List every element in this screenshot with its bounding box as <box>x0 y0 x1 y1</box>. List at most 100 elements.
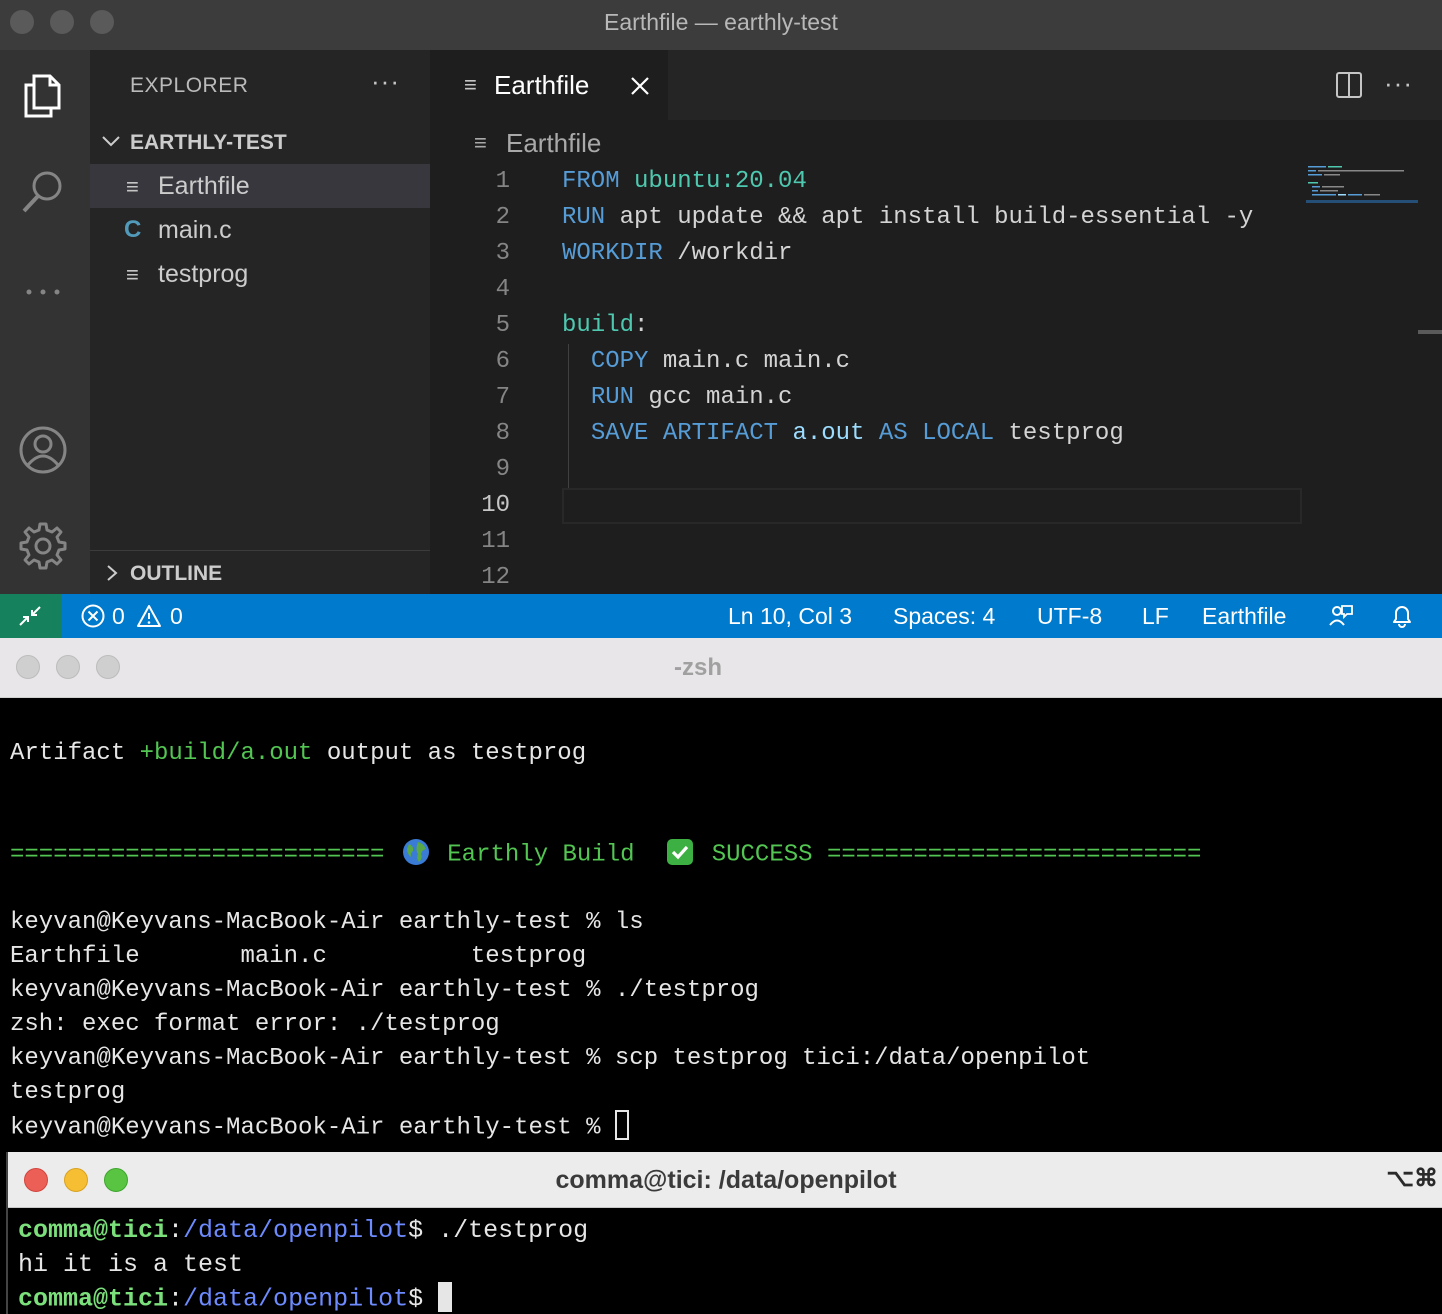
line-number: 1 <box>495 168 510 195</box>
indentation-setting[interactable]: Spaces: 4 <box>893 603 995 630</box>
terminal-line: zsh: exec format error: ./testprog <box>10 1011 500 1038</box>
command-text: ./testprog <box>423 1216 589 1245</box>
file-label: Earthfile <box>158 172 250 200</box>
terminal-line: keyvan@Keyvans-MacBook-Air earthly-test … <box>10 977 759 1004</box>
line-number: 11 <box>481 528 510 555</box>
terminal-titlebar: -zsh <box>0 638 1442 698</box>
gear-icon[interactable] <box>15 518 71 574</box>
line-number: 8 <box>495 420 510 447</box>
explorer-icon[interactable] <box>15 68 71 124</box>
warning-icon[interactable] <box>136 603 162 629</box>
editor-more-button[interactable]: ··· <box>1384 68 1413 99</box>
error-count[interactable]: 0 <box>112 603 125 630</box>
line-number: 12 <box>481 564 510 591</box>
comma-terminal-window[interactable]: comma@tici: /data/openpilot ⌥⌘ comma@tic… <box>6 1152 1442 1314</box>
file-lines-icon: ≡ <box>474 130 487 155</box>
code-editor[interactable]: 1 2 3 4 5 6 7 8 9 10 11 12 FROM ubuntu:20.04 RUN apt… <box>430 164 1442 594</box>
chevron-right-icon <box>107 565 118 581</box>
indent-guide <box>568 344 569 488</box>
line-number: 4 <box>495 276 510 303</box>
code-token: a.out <box>792 420 865 447</box>
more-views-icon[interactable] <box>15 262 71 318</box>
file-item-main-c[interactable]: C main.c <box>90 208 430 252</box>
file-item-earthfile[interactable]: ≡ Earthfile <box>90 164 430 208</box>
terminal-line: Artifact +build/a.out output as testprog <box>10 737 586 771</box>
error-icon[interactable] <box>80 603 106 629</box>
encoding-setting[interactable]: UTF-8 <box>1037 603 1102 630</box>
file-item-testprog[interactable]: ≡ testprog <box>90 252 430 296</box>
outline-section-header[interactable]: OUTLINE <box>90 554 430 594</box>
prompt-user: comma@tici <box>18 1216 169 1245</box>
build-label: Earthly Build <box>432 841 664 869</box>
warning-count[interactable]: 0 <box>170 603 183 630</box>
window-title: -zsh <box>674 654 722 681</box>
search-icon[interactable] <box>15 164 71 220</box>
tab-bar: ≡ Earthfile ··· <box>430 50 1442 120</box>
line-number: 6 <box>495 348 510 375</box>
code-token: gcc main.c <box>634 384 793 411</box>
code-token: build <box>562 312 635 339</box>
code-line: SAVE ARTIFACT a.out AS LOCAL testprog <box>562 416 1124 452</box>
breadcrumb-item: Earthfile <box>506 128 602 158</box>
code-token: RUN <box>590 384 635 411</box>
tab-earthfile[interactable]: ≡ Earthfile <box>430 50 668 120</box>
line-number: 10 <box>481 492 510 519</box>
code-token: RUN <box>562 204 606 231</box>
split-editor-icon[interactable] <box>1334 70 1364 100</box>
file-label: testprog <box>158 260 249 288</box>
keyboard-shortcut-label: ⌥⌘ <box>1386 1165 1438 1192</box>
terminal-prompt[interactable]: comma@tici:/data/openpilot$ <box>18 1282 453 1314</box>
terminal-line: keyvan@Keyvans-MacBook-Air earthly-test … <box>10 909 644 936</box>
terminal-prompt[interactable]: keyvan@Keyvans-MacBook-Air earthly-test … <box>10 1110 629 1144</box>
bell-icon[interactable] <box>1389 603 1415 629</box>
checkmark-icon <box>667 839 694 865</box>
prompt-sep: : <box>168 1284 184 1314</box>
explorer-more-button[interactable]: ··· <box>371 66 400 97</box>
prompt-path: /data/openpilot <box>183 1284 409 1314</box>
code-line: COPY main.c main.c <box>562 344 850 380</box>
prompt-text: keyvan@Keyvans-MacBook-Air earthly-test … <box>10 1114 615 1142</box>
code-token: WORKDIR <box>562 240 663 267</box>
explorer-title: EXPLORER <box>130 74 249 97</box>
terminal-line: Earthfile main.c testprog <box>10 943 587 970</box>
window-title: comma@tici: /data/openpilot <box>555 1166 897 1194</box>
vscode-window: Earthfile — earthly-test EXPLORER ··· EA… <box>0 0 1442 638</box>
language-mode[interactable]: Earthfile <box>1202 603 1286 630</box>
scrollbar-thumb[interactable] <box>1418 330 1442 334</box>
close-icon[interactable] <box>628 74 652 98</box>
minimap-viewport[interactable] <box>1306 200 1418 203</box>
remote-indicator-button[interactable] <box>0 594 62 638</box>
code-token: apt update && apt install build-essentia… <box>605 204 1254 231</box>
file-label: main.c <box>158 216 232 244</box>
current-line-highlight <box>562 488 1302 524</box>
c-language-icon: C <box>124 216 142 243</box>
folder-header[interactable]: EARTHLY-TEST <box>90 124 430 160</box>
code-token: COPY <box>590 348 649 375</box>
file-lines-icon: ≡ <box>126 174 139 199</box>
code-line: RUN apt update && apt install build-esse… <box>562 200 1253 236</box>
terminal-line: testprog <box>10 1079 126 1106</box>
code-line: build: <box>562 308 648 344</box>
prompt-dollar: $ <box>408 1216 424 1245</box>
eol-setting[interactable]: LF <box>1142 603 1169 630</box>
account-icon[interactable] <box>15 422 71 478</box>
success-label: SUCCESS <box>697 841 827 869</box>
terminal-cursor <box>438 1282 453 1312</box>
text: Artifact <box>10 740 140 767</box>
code-token: /workdir <box>662 240 793 267</box>
artifact-target: +build/a.out <box>139 740 313 767</box>
cursor-position[interactable]: Ln 10, Col 3 <box>728 603 852 630</box>
feedback-icon[interactable] <box>1328 603 1354 629</box>
separator: ========================== <box>826 841 1202 869</box>
text: output as testprog <box>312 740 587 767</box>
file-lines-icon: ≡ <box>126 262 139 287</box>
file-lines-icon: ≡ <box>464 72 477 97</box>
folder-name: EARTHLY-TEST <box>130 131 287 154</box>
code-line: WORKDIR /workdir <box>562 236 792 272</box>
terminal-line: keyvan@Keyvans-MacBook-Air earthly-test … <box>10 1045 1091 1072</box>
prompt-sep: : <box>168 1216 184 1245</box>
code-token: AS LOCAL <box>878 420 995 447</box>
